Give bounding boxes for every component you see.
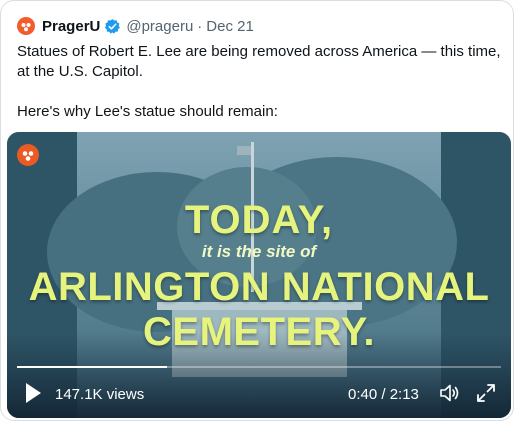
progress-bar[interactable] (17, 366, 501, 368)
fullscreen-button[interactable] (475, 382, 497, 404)
avatar[interactable] (17, 17, 35, 35)
play-icon (26, 383, 41, 403)
view-count: 147.1K views (55, 386, 145, 403)
separator-dot: · (197, 17, 203, 35)
progress-fill (17, 366, 168, 368)
author-name[interactable]: PragerU (42, 18, 100, 35)
overlay-line-1: ARLINGTON NATIONAL (28, 265, 490, 309)
tweet-card[interactable]: PragerU @prageru · Dec 21 Statues of Rob… (0, 0, 514, 421)
prageru-badge (17, 144, 39, 166)
fullscreen-icon (477, 384, 495, 402)
play-button[interactable] (24, 382, 42, 404)
prageru-logo-icon (22, 151, 34, 161)
tweet-text-paragraph-1: Statues of Robert E. Lee are being remov… (17, 43, 501, 80)
video-time: 0:40 / 2:13 (348, 386, 419, 403)
overlay-today: TODAY, (184, 198, 334, 242)
video-player[interactable]: TODAY, it is the site of ARLINGTON NATIO… (7, 132, 511, 418)
tweet-date[interactable]: Dec 21 (206, 18, 254, 35)
tweet-text-paragraph-2: Here's why Lee's statue should remain: (17, 103, 278, 120)
tweet-header: PragerU @prageru · Dec 21 (17, 15, 254, 37)
verified-icon (104, 18, 121, 35)
overlay-subtitle: it is the site of (201, 242, 317, 261)
video-controls: 147.1K views 0:40 / 2:13 (7, 380, 511, 408)
volume-icon (440, 384, 459, 402)
overlay-line-2: CEMETERY. (143, 310, 375, 354)
volume-button[interactable] (438, 382, 460, 404)
author-handle[interactable]: @prageru (126, 18, 193, 35)
avatar-logo-icon (21, 23, 31, 32)
tweet-text: Statues of Robert E. Lee are being remov… (17, 42, 503, 122)
